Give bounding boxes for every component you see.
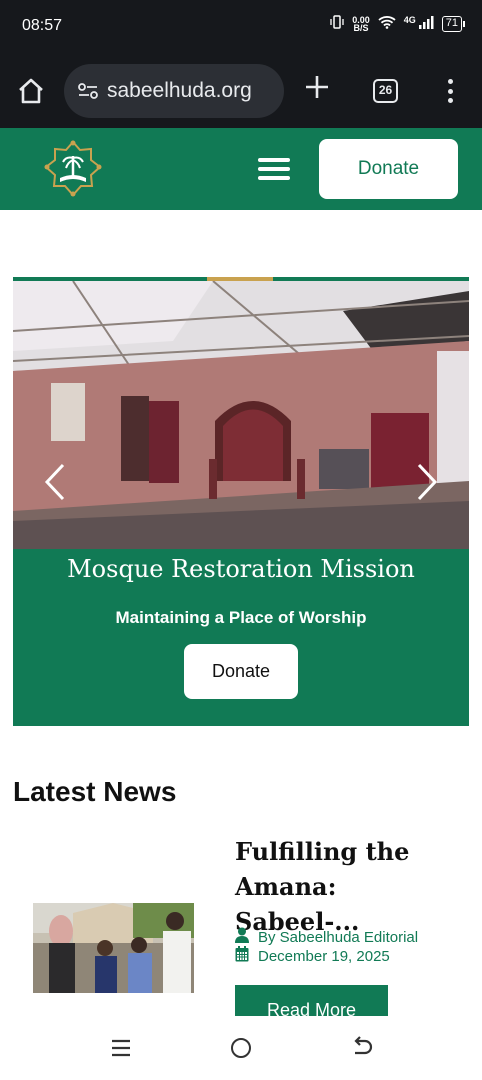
status-icons: 0.00 B/S 4G 71 [330,14,466,33]
home-icon[interactable] [16,76,46,106]
status-time: 08:57 [22,17,63,34]
back-icon[interactable] [351,1036,373,1058]
site-header: Donate [0,128,482,210]
tab-count-icon[interactable]: 26 [373,79,398,103]
latest-news-heading: Latest News [13,776,177,807]
browser-toolbar: sabeelhuda.org 26 [0,52,482,128]
news-title[interactable]: Fulfilling the Amana: Sabeel-... [235,834,465,939]
kebab-menu-icon[interactable] [445,79,455,107]
tune-icon[interactable] [78,82,98,100]
recents-icon[interactable] [111,1038,131,1058]
news-author: By Sabeelhuda Editorial [235,927,418,947]
slide-subtitle: Maintaining a Place of Worship [115,608,367,627]
person-icon [235,927,249,947]
system-home-icon[interactable] [231,1038,251,1058]
hamburger-icon[interactable] [258,158,290,182]
read-more-button[interactable]: Read More [235,985,388,1017]
plus-icon[interactable] [304,72,330,106]
logo-icon[interactable] [40,138,106,200]
news-thumbnail[interactable] [33,903,194,993]
chevron-left-icon[interactable] [43,462,67,502]
battery-indicator: 71 [441,15,466,32]
news-date: December 19, 2025 [235,946,390,966]
wifi-icon [378,15,396,32]
slide-donate-button[interactable]: Donate [184,644,298,699]
chevron-right-icon[interactable] [415,462,439,502]
donate-button[interactable]: Donate [319,139,458,199]
signal-icon [418,15,434,32]
address-bar[interactable]: sabeelhuda.org [64,64,284,118]
hero-slider: Mosque Restoration Mission Maintaining a… [13,277,469,726]
slide-title: Mosque Restoration Mission [67,555,415,583]
network-label: 4G [403,14,416,25]
calendar-icon [235,946,249,966]
news-date-text: December 19, 2025 [258,947,390,965]
net-speed-unit: B/S [353,22,369,33]
url-text: sabeelhuda.org [107,79,252,102]
news-author-text: By Sabeelhuda Editorial [258,928,419,946]
slide-image [13,281,469,549]
status-bar: 08:57 0.00 B/S 4G 71 [0,0,482,52]
system-nav-bar [0,1016,482,1080]
net-speed: 0.00 B/S [352,15,370,33]
vibrate-icon [330,15,344,32]
